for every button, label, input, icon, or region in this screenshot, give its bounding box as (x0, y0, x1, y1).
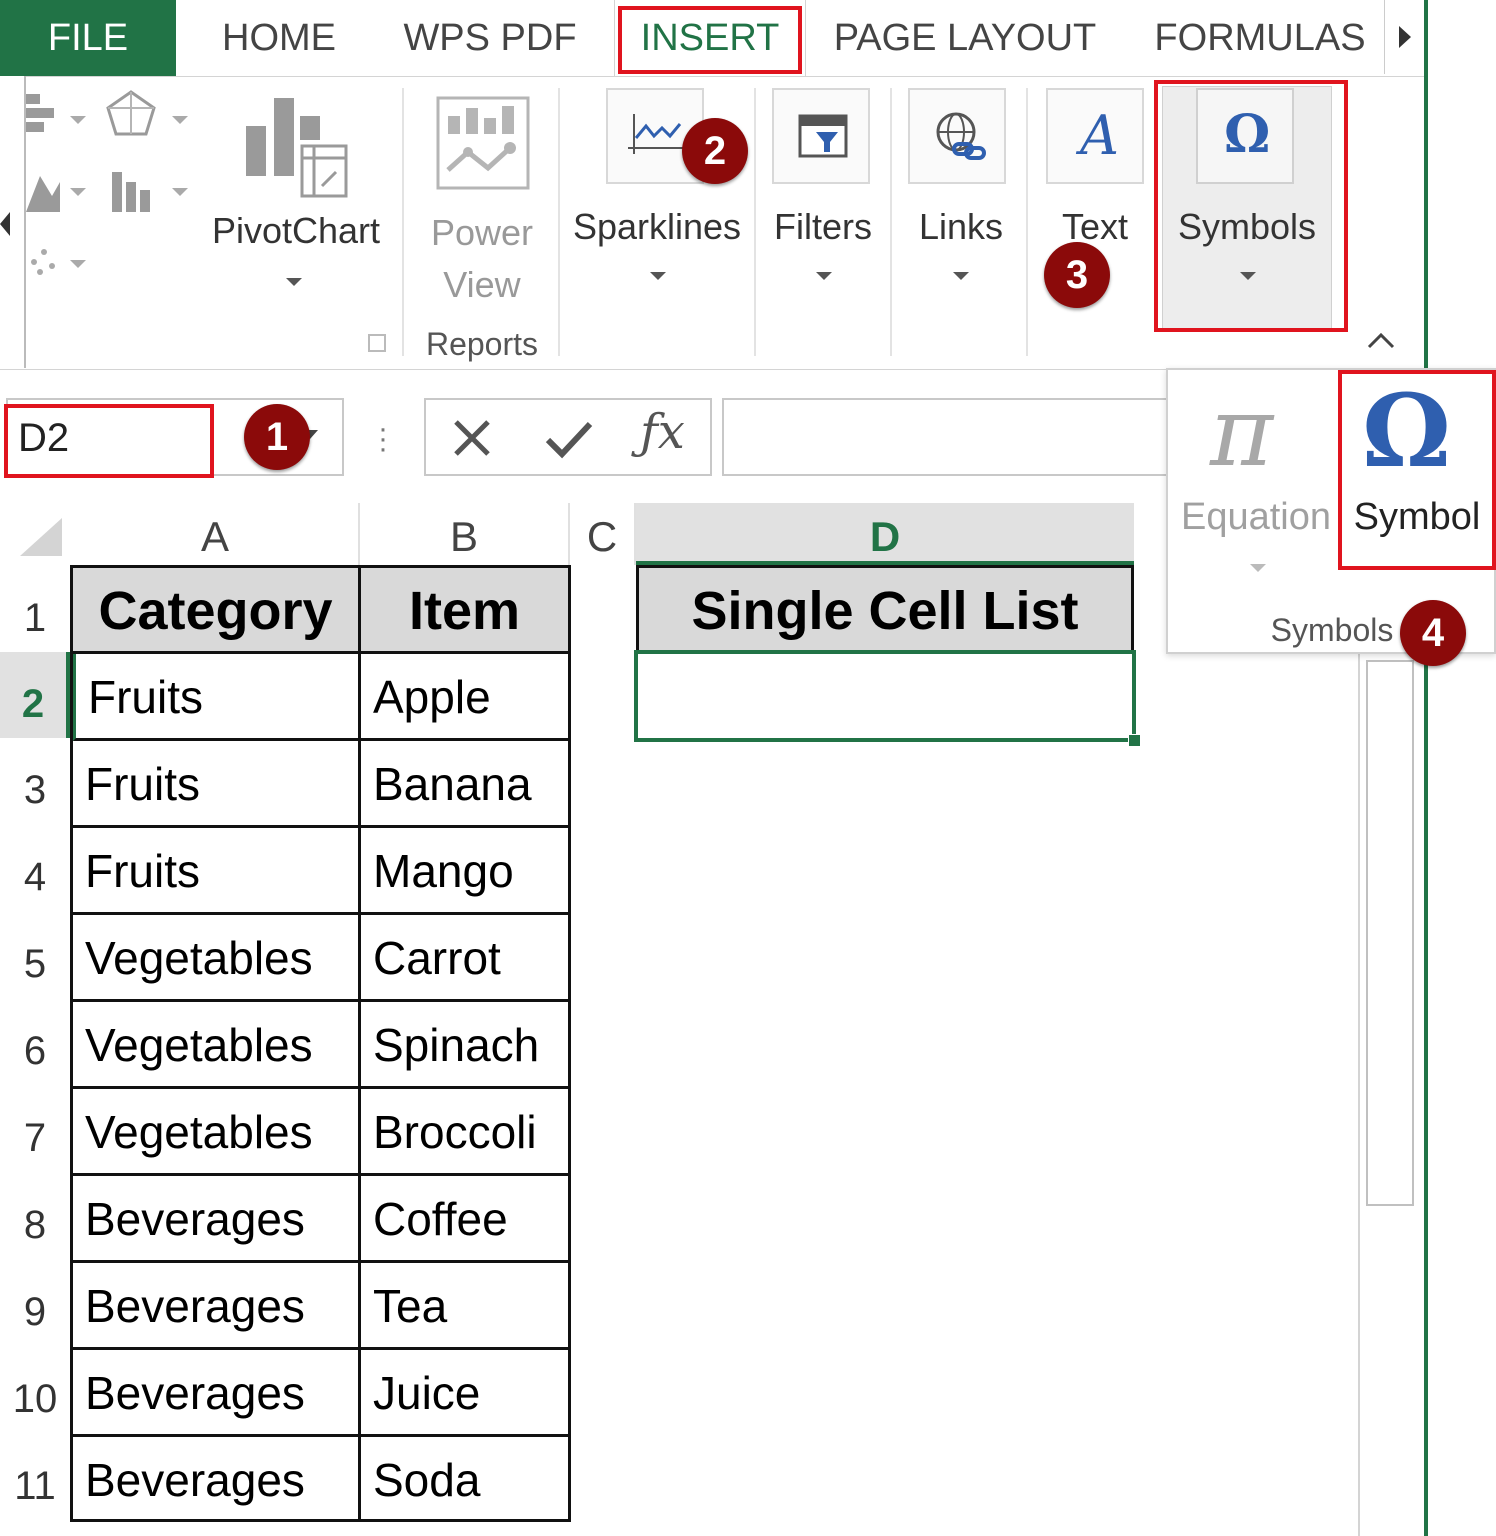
pi-icon[interactable]: π (1210, 376, 1273, 488)
cell-item[interactable]: Soda (361, 1437, 571, 1522)
row-header[interactable]: 6 (0, 999, 70, 1085)
column-header-a[interactable]: A (72, 503, 360, 565)
symbols-group-label: Symbols (1270, 612, 1394, 648)
tab-wps-pdf[interactable]: WPS PDF (390, 0, 590, 76)
tab-home[interactable]: HOME (196, 0, 362, 76)
header-single-cell-list[interactable]: Single Cell List (636, 565, 1134, 653)
cell-item[interactable]: Spinach (361, 1002, 571, 1089)
separator (890, 88, 892, 356)
cell-category[interactable]: Beverages (73, 1176, 361, 1263)
column-header-b[interactable]: B (360, 503, 570, 565)
filter-icon (798, 114, 848, 158)
reports-group-label: Reports (425, 326, 539, 362)
cell-item[interactable]: Carrot (361, 915, 571, 1002)
more-options-icon[interactable]: · · · (378, 414, 388, 464)
highlight-symbols-button (1154, 80, 1348, 332)
ribbon-scroll-left-icon[interactable] (0, 212, 10, 236)
cell-category[interactable]: Fruits (73, 654, 361, 741)
links-dropdown-caret[interactable] (953, 272, 969, 280)
power-view-icon[interactable] (436, 96, 530, 190)
cell-item[interactable]: Mango (361, 828, 571, 915)
cell-item[interactable]: Juice (361, 1350, 571, 1437)
pivotchart-dropdown-caret[interactable] (286, 278, 302, 286)
step-badge-1: 1 (244, 404, 310, 470)
text-button[interactable]: Text (1040, 206, 1150, 248)
cell-category[interactable]: Vegetables (73, 1002, 361, 1089)
sparklines-dropdown-caret[interactable] (650, 272, 666, 280)
chevron-right-icon (1399, 26, 1411, 48)
tab-scroll-right-button[interactable] (1384, 0, 1425, 74)
enter-checkmark-icon[interactable] (544, 416, 594, 460)
row-header[interactable]: 9 (0, 1260, 70, 1346)
collapse-ribbon-icon[interactable] (1366, 330, 1396, 350)
highlight-name-box (4, 404, 214, 478)
power-view-label-1[interactable]: Power (416, 212, 548, 254)
highlight-symbol-button (1338, 370, 1496, 570)
header-item[interactable]: Item (361, 568, 571, 654)
equation-button[interactable]: Equation (1170, 496, 1342, 539)
small-chart-icons[interactable] (26, 86, 196, 296)
column-header-c[interactable]: C (570, 503, 636, 565)
formula-input[interactable] (722, 398, 1182, 476)
power-view-label-2[interactable]: View (416, 264, 548, 306)
filters-button[interactable]: Filters (760, 206, 886, 248)
separator (754, 88, 756, 356)
step-badge-3: 3 (1044, 242, 1110, 308)
links-icon-box[interactable] (908, 88, 1006, 184)
cell-category[interactable]: Fruits (73, 741, 361, 828)
tab-formulas[interactable]: FORMULAS (1140, 0, 1380, 76)
dialog-launcher-icon[interactable] (368, 334, 386, 352)
row-header[interactable]: 3 (0, 738, 70, 824)
fill-handle[interactable] (1128, 734, 1141, 747)
select-all-corner[interactable] (20, 518, 62, 556)
filters-dropdown-caret[interactable] (816, 272, 832, 280)
pivotchart-icon[interactable] (244, 96, 350, 200)
sparkline-icon (628, 114, 688, 154)
links-button[interactable]: Links (896, 206, 1026, 248)
sparklines-button[interactable]: Sparklines (562, 206, 752, 248)
window-border-right (1424, 0, 1428, 1536)
separator (402, 88, 404, 356)
cell-category[interactable]: Fruits (73, 828, 361, 915)
row-header[interactable]: 10 (0, 1347, 70, 1433)
pivotchart-button[interactable]: PivotChart (196, 210, 396, 252)
row-header[interactable]: 11 (0, 1434, 70, 1520)
text-icon-box[interactable]: A (1046, 88, 1144, 184)
hyperlink-icon (936, 112, 986, 160)
row-header[interactable]: 5 (0, 912, 70, 998)
equation-dropdown-caret[interactable] (1250, 564, 1266, 572)
row-header[interactable]: 1 (0, 566, 70, 652)
row-header-active[interactable]: 2 (0, 652, 70, 738)
cell-category[interactable]: Beverages (73, 1350, 361, 1437)
cell-category[interactable]: Beverages (73, 1263, 361, 1350)
cell-item[interactable]: Coffee (361, 1176, 571, 1263)
row-header[interactable]: 8 (0, 1173, 70, 1259)
highlight-insert-tab (618, 6, 802, 74)
cell-item[interactable]: Broccoli (361, 1089, 571, 1176)
insert-function-icon[interactable]: ƒx (640, 404, 685, 460)
filters-icon-box[interactable] (772, 88, 870, 184)
cell-category[interactable]: Vegetables (73, 1089, 361, 1176)
text-icon: A (1080, 104, 1119, 167)
header-category[interactable]: Category (73, 568, 361, 654)
selected-cell-d2[interactable] (634, 650, 1136, 742)
cell-item[interactable]: Tea (361, 1263, 571, 1350)
row-header[interactable]: 4 (0, 825, 70, 911)
cell-item[interactable]: Apple (361, 654, 571, 741)
cell-item[interactable]: Banana (361, 741, 571, 828)
scrollbar-thumb[interactable] (1366, 660, 1414, 1206)
row-header[interactable]: 7 (0, 1086, 70, 1172)
step-badge-2: 2 (682, 118, 748, 184)
tab-page-layout[interactable]: PAGE LAYOUT (830, 0, 1100, 76)
separator (1026, 88, 1028, 356)
separator (558, 88, 560, 356)
cell-category[interactable]: Vegetables (73, 915, 361, 1002)
cancel-icon[interactable] (450, 416, 494, 460)
column-header-d[interactable]: D (636, 503, 1134, 565)
step-badge-4: 4 (1400, 600, 1466, 666)
cell-category[interactable]: Beverages (73, 1437, 361, 1522)
tab-file[interactable]: FILE (0, 0, 176, 76)
